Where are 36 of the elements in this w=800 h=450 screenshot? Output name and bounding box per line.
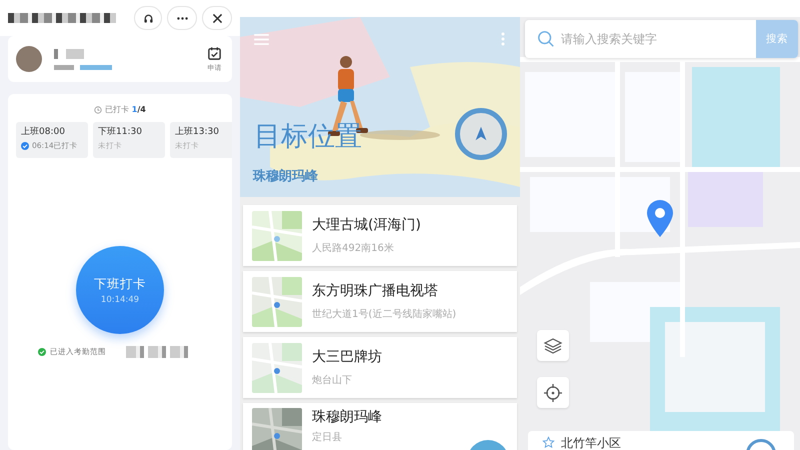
- location-pin-icon: [645, 198, 675, 238]
- place-card[interactable]: 珠穆朗玛峰 定日县: [243, 403, 517, 450]
- checkin-count: 已打卡 1/4: [105, 104, 146, 115]
- shift-title: 上班13:30: [175, 126, 220, 138]
- calendar-check-icon: [207, 46, 222, 60]
- crosshair-icon: [543, 382, 563, 402]
- star-icon: [542, 436, 555, 449]
- place-card[interactable]: 大理古城(洱海门) 人民路492南16米: [243, 205, 517, 266]
- shift-title: 上班08:00: [21, 126, 66, 138]
- place-name: 北竹竿小区: [561, 436, 621, 450]
- close-button[interactable]: [202, 6, 232, 30]
- place-name: 珠穆朗玛峰: [312, 408, 382, 426]
- place-name: 大理古城(洱海门): [312, 216, 421, 234]
- headset-icon: [142, 12, 154, 24]
- shift-title: 下班11:30: [98, 126, 143, 138]
- place-card[interactable]: 大三巴牌坊 炮台山下: [243, 337, 517, 398]
- avatar-icon: [16, 46, 42, 72]
- place-name: 东方明珠广播电视塔: [312, 282, 439, 300]
- more-button[interactable]: [167, 6, 197, 30]
- layers-button[interactable]: [537, 330, 569, 361]
- search-icon: [537, 30, 555, 48]
- redacted-text: [54, 64, 112, 70]
- place-address: 定日县: [312, 430, 343, 444]
- search-field[interactable]: 请输入搜索关键字: [561, 20, 750, 58]
- place-address: 炮台山下: [312, 374, 353, 387]
- clock-icon: [94, 106, 102, 114]
- layers-icon: [543, 336, 563, 356]
- place-address: 世纪大道1号(近二号线陆家嘴站): [312, 308, 456, 321]
- place-address: 人民路492南16米: [312, 242, 395, 255]
- redacted-text: [126, 346, 190, 358]
- close-icon: [210, 12, 224, 24]
- headset-button[interactable]: [134, 6, 162, 30]
- locate-button[interactable]: [537, 377, 569, 408]
- place-name: 大三巴牌坊: [312, 348, 382, 366]
- redacted-text: [54, 48, 84, 58]
- place-card[interactable]: 东方明珠广播电视塔 世纪大道1号(近二号线陆家嘴站): [243, 271, 517, 332]
